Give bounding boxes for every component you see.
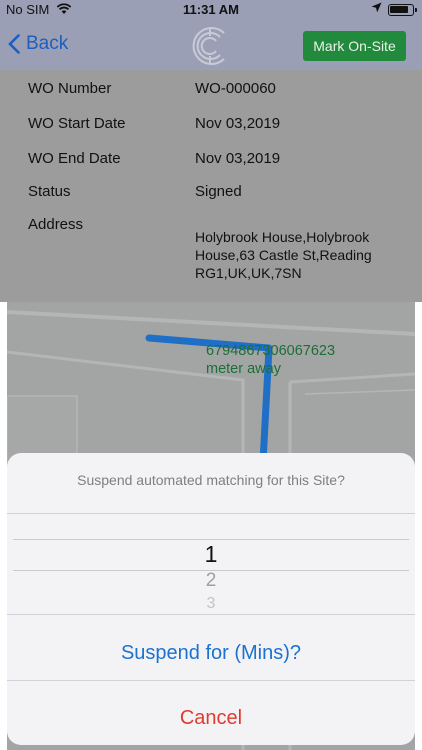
chevron-left-icon	[8, 34, 20, 54]
picker-option[interactable]: 3	[7, 595, 415, 613]
status-bar: No SIM 11:31 AM	[0, 0, 422, 20]
location-arrow-icon	[371, 2, 382, 16]
distance-unit: meter away	[206, 361, 281, 377]
detail-value: WO-000060	[195, 80, 276, 97]
distance-label: 6794867306067623 meter away	[206, 342, 406, 378]
work-order-details: WO Number WO-000060 WO Start Date Nov 03…	[0, 70, 422, 302]
detail-key: Status	[28, 183, 71, 200]
suspend-action-sheet: Suspend automated matching for this Site…	[7, 453, 415, 745]
back-button[interactable]: Back	[8, 33, 68, 55]
detail-key: WO Start Date	[28, 115, 126, 132]
detail-key: WO End Date	[28, 150, 121, 167]
suspend-button[interactable]: Suspend for (Mins)?	[7, 629, 415, 677]
mark-on-site-button[interactable]: Mark On-Site	[303, 31, 406, 61]
detail-value: Signed	[195, 183, 242, 200]
divider	[7, 680, 415, 681]
detail-key: Address	[28, 216, 84, 233]
sheet-title: Suspend automated matching for this Site…	[77, 472, 345, 488]
back-label: Back	[26, 33, 69, 54]
distance-value: 6794867306067623	[206, 343, 336, 359]
navigation-bar: Back Mark On-Site	[0, 20, 422, 70]
cancel-button[interactable]: Cancel	[7, 693, 415, 743]
divider	[7, 513, 415, 514]
company-logo	[186, 24, 234, 68]
picker-option[interactable]: 1	[7, 541, 415, 568]
detail-value: Nov 03,2019	[195, 150, 281, 167]
clock: 11:31 AM	[183, 2, 239, 17]
minutes-picker[interactable]: 1 2 3	[7, 539, 415, 614]
detail-value: Nov 03,2019	[195, 115, 281, 132]
picker-option[interactable]: 2	[7, 570, 415, 592]
divider	[7, 614, 415, 615]
detail-key: WO Number	[28, 80, 112, 97]
picker-selection-top	[13, 539, 409, 540]
battery-icon	[388, 4, 417, 16]
detail-value: Holybrook House,Holybrook House,63 Castl…	[195, 229, 372, 281]
